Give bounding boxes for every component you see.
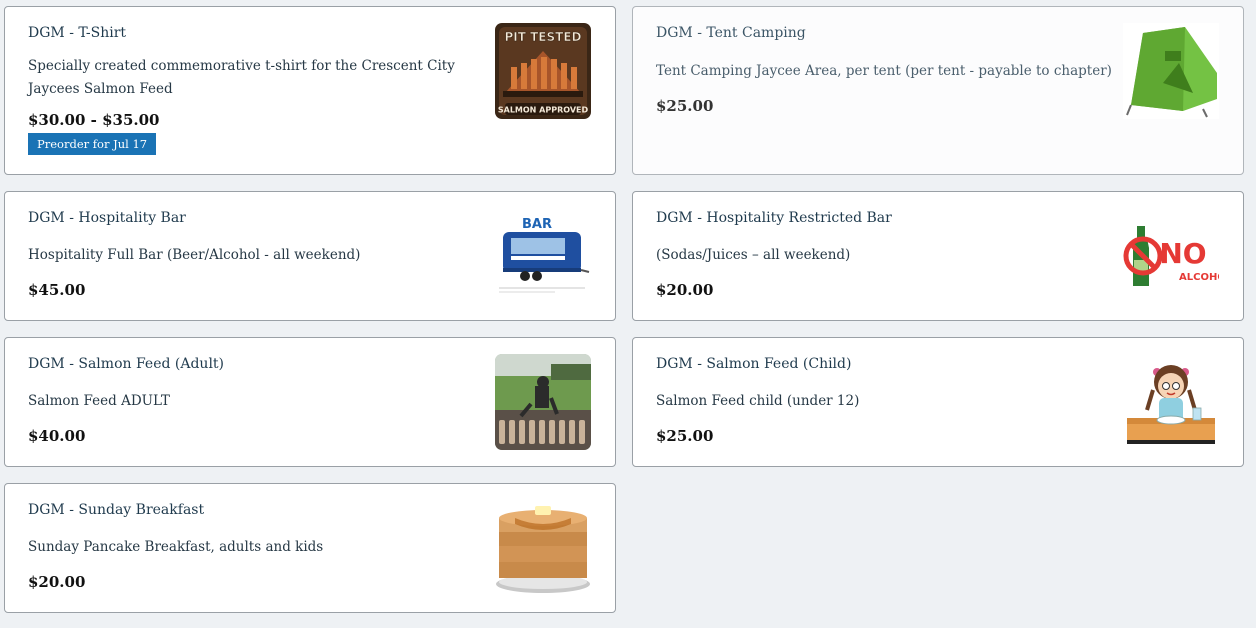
tent-icon bbox=[1123, 23, 1219, 119]
product-price: $25.00 bbox=[656, 427, 714, 445]
product-price: $40.00 bbox=[28, 427, 86, 445]
product-image[interactable]: BAR bbox=[495, 208, 591, 304]
product-image[interactable] bbox=[1123, 354, 1219, 450]
product-title[interactable]: DGM - Tent Camping bbox=[656, 25, 806, 41]
product-description: Tent Camping Jaycee Area, per tent (per … bbox=[656, 63, 1112, 79]
no-alcohol-icon: NO ALCOHOL bbox=[1123, 208, 1219, 304]
product-description: Specially created commemorative t-shirt … bbox=[28, 58, 455, 97]
product-description: Salmon Feed ADULT bbox=[28, 393, 170, 409]
product-card-tent-camping[interactable]: DGM - Tent Camping Tent Camping Jaycee A… bbox=[632, 6, 1244, 175]
product-image[interactable] bbox=[1123, 23, 1219, 119]
product-price: $45.00 bbox=[28, 281, 86, 299]
product-card-salmon-feed-adult[interactable]: DGM - Salmon Feed (Adult) Salmon Feed AD… bbox=[4, 337, 616, 467]
product-card-sunday-breakfast[interactable]: DGM - Sunday Breakfast Sunday Pancake Br… bbox=[4, 483, 616, 613]
product-description: Sunday Pancake Breakfast, adults and kid… bbox=[28, 539, 324, 555]
image-caption-bottom: SALMON APPROVED bbox=[498, 106, 589, 115]
product-title[interactable]: DGM - Sunday Breakfast bbox=[28, 502, 204, 518]
product-card-salmon-feed-child[interactable]: DGM - Salmon Feed (Child) Salmon Feed ch… bbox=[632, 337, 1244, 467]
alcohol-sign-text: ALCOHOL bbox=[1179, 272, 1219, 283]
product-description: Salmon Feed child (under 12) bbox=[656, 393, 860, 409]
product-price: $20.00 bbox=[656, 281, 714, 299]
product-description: (Sodas/Juices – all weekend) bbox=[656, 247, 851, 263]
no-sign-text: NO bbox=[1159, 237, 1206, 270]
product-image[interactable]: PIT TESTED SALMON APPROVED bbox=[495, 23, 591, 119]
product-card-hospitality-bar[interactable]: DGM - Hospitality Bar Hospitality Full B… bbox=[4, 191, 616, 321]
product-title[interactable]: DGM - Hospitality Restricted Bar bbox=[656, 210, 892, 226]
product-title[interactable]: DGM - T-Shirt bbox=[28, 25, 126, 41]
image-caption-top: PIT TESTED bbox=[505, 30, 582, 44]
product-title[interactable]: DGM - Salmon Feed (Child) bbox=[656, 356, 851, 372]
product-price: $25.00 bbox=[656, 97, 714, 115]
child-eating-icon bbox=[1123, 354, 1219, 450]
product-description: Hospitality Full Bar (Beer/Alcohol - all… bbox=[28, 247, 361, 263]
product-image[interactable] bbox=[495, 500, 591, 596]
pancake-stack-icon bbox=[495, 500, 591, 596]
product-price: $20.00 bbox=[28, 573, 86, 591]
product-image[interactable]: NO ALCOHOL bbox=[1123, 208, 1219, 304]
product-title[interactable]: DGM - Hospitality Bar bbox=[28, 210, 186, 226]
product-price: $30.00 - $35.00 bbox=[28, 111, 160, 129]
salmon-bbq-photo bbox=[495, 354, 591, 450]
product-image[interactable] bbox=[495, 354, 591, 450]
product-card-hospitality-restricted-bar[interactable]: DGM - Hospitality Restricted Bar (Sodas/… bbox=[632, 191, 1244, 321]
product-title[interactable]: DGM - Salmon Feed (Adult) bbox=[28, 356, 224, 372]
product-card-tshirt[interactable]: DGM - T-Shirt Specially created commemor… bbox=[4, 6, 616, 175]
preorder-badge: Preorder for Jul 17 bbox=[28, 133, 157, 155]
bar-sign-text: BAR bbox=[522, 217, 552, 232]
